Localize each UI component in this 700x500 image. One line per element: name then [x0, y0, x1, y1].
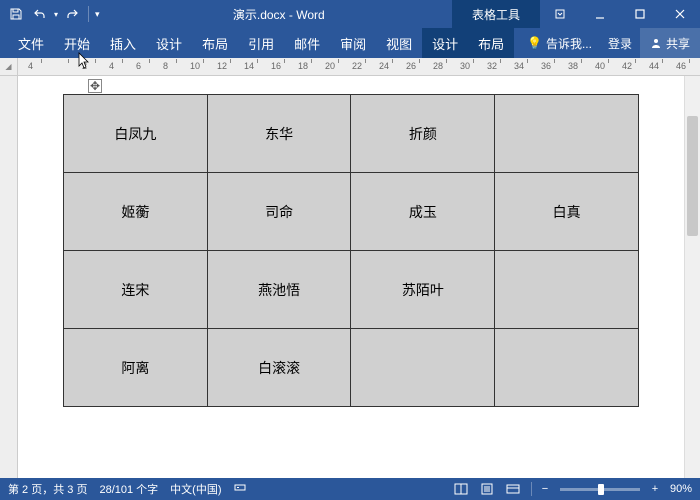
table-row[interactable]: 连宋燕池悟苏陌叶	[64, 251, 639, 329]
share-icon	[650, 37, 662, 49]
ruler-tick: 44	[649, 61, 659, 71]
tab-mailings[interactable]: 邮件	[284, 28, 330, 58]
tell-me-search[interactable]: 💡 告诉我...	[519, 35, 600, 52]
close-button[interactable]	[660, 0, 700, 28]
view-web-layout[interactable]	[501, 480, 525, 498]
table-cell[interactable]	[495, 329, 639, 407]
page-canvas[interactable]: ✥ 白凤九东华折颜姬蘅司命成玉白真连宋燕池悟苏陌叶阿离白滚滚	[18, 76, 684, 478]
tab-design[interactable]: 设计	[146, 28, 192, 58]
mouse-cursor-icon	[78, 52, 92, 70]
tab-view[interactable]: 视图	[376, 28, 422, 58]
ruler-tick: 30	[460, 61, 470, 71]
table-cell[interactable]: 东华	[207, 95, 351, 173]
ruler-tick: 6	[136, 61, 141, 71]
ruler-tick: 46	[676, 61, 686, 71]
contextual-tab-label: 表格工具	[452, 0, 540, 28]
ruler-tick: 18	[298, 61, 308, 71]
ruler-tick: 10	[190, 61, 200, 71]
view-read-mode[interactable]	[449, 480, 473, 498]
login-button[interactable]: 登录	[600, 35, 640, 52]
ruler-row: ◢ 42468101214161820222426283032343638404…	[0, 58, 700, 76]
tab-insert[interactable]: 插入	[100, 28, 146, 58]
zoom-in-button[interactable]: +	[648, 483, 662, 495]
ruler-tick: 20	[325, 61, 335, 71]
zoom-slider-knob[interactable]	[598, 484, 604, 495]
ruler-tick: 32	[487, 61, 497, 71]
qat-customize-icon[interactable]: ▾	[95, 9, 100, 20]
share-label: 共享	[666, 35, 690, 52]
status-language[interactable]: 中文(中国)	[170, 481, 221, 497]
ruler-tick: 12	[217, 61, 227, 71]
tab-table-design[interactable]: 设计	[422, 28, 468, 58]
ruler-tick: 4	[28, 61, 33, 71]
title-bar: ▾ ▾ 演示.docx - Word 表格工具	[0, 0, 700, 28]
status-bar: 第 2 页，共 3 页 28/101 个字 中文(中国) − + 90%	[0, 478, 700, 500]
table-cell[interactable]: 白真	[495, 173, 639, 251]
tab-table-layout[interactable]: 布局	[468, 28, 514, 58]
undo-button[interactable]	[30, 4, 50, 24]
maximize-button[interactable]	[620, 0, 660, 28]
ruler-tick: 36	[541, 61, 551, 71]
ribbon-options-button[interactable]	[540, 0, 580, 28]
ruler-tick: 14	[244, 61, 254, 71]
vertical-ruler[interactable]	[0, 76, 18, 478]
table-cell[interactable]: 阿离	[64, 329, 208, 407]
table-cell[interactable]: 白凤九	[64, 95, 208, 173]
ruler-tick: 8	[163, 61, 168, 71]
document-area: ✥ 白凤九东华折颜姬蘅司命成玉白真连宋燕池悟苏陌叶阿离白滚滚	[0, 76, 700, 478]
table-cell[interactable]: 折颜	[351, 95, 495, 173]
tell-me-label: 告诉我...	[546, 35, 592, 52]
table-row[interactable]: 白凤九东华折颜	[64, 95, 639, 173]
ruler-tick: 24	[379, 61, 389, 71]
ruler-corner: ◢	[0, 58, 18, 76]
zoom-level[interactable]: 90%	[670, 483, 692, 495]
table-cell[interactable]: 燕池悟	[207, 251, 351, 329]
ruler-tick: 4	[109, 61, 114, 71]
zoom-slider[interactable]	[560, 488, 640, 491]
table-cell[interactable]: 白滚滚	[207, 329, 351, 407]
table-cell[interactable]: 司命	[207, 173, 351, 251]
word-table[interactable]: 白凤九东华折颜姬蘅司命成玉白真连宋燕池悟苏陌叶阿离白滚滚	[63, 94, 639, 407]
table-cell[interactable]	[351, 329, 495, 407]
ruler-tick: 40	[595, 61, 605, 71]
table-row[interactable]: 姬蘅司命成玉白真	[64, 173, 639, 251]
ruler-tick: 28	[433, 61, 443, 71]
table-cell[interactable]: 姬蘅	[64, 173, 208, 251]
window-title: 演示.docx - Word	[106, 6, 452, 23]
vertical-scrollbar[interactable]	[684, 76, 700, 478]
ruler-tick: 16	[271, 61, 281, 71]
window-controls	[540, 0, 700, 28]
tab-review[interactable]: 审阅	[330, 28, 376, 58]
tab-layout[interactable]: 布局	[192, 28, 238, 58]
horizontal-ruler[interactable]: 4246810121416182022242628303234363840424…	[18, 58, 700, 76]
tab-references[interactable]: 引用	[238, 28, 284, 58]
table-cell[interactable]: 连宋	[64, 251, 208, 329]
minimize-button[interactable]	[580, 0, 620, 28]
lightbulb-icon: 💡	[527, 36, 542, 50]
table-row[interactable]: 阿离白滚滚	[64, 329, 639, 407]
table-cell[interactable]: 成玉	[351, 173, 495, 251]
ruler-tick: 22	[352, 61, 362, 71]
share-button[interactable]: 共享	[640, 28, 700, 58]
status-word-count[interactable]: 28/101 个字	[99, 481, 158, 497]
table-cell[interactable]	[495, 95, 639, 173]
ruler-tick: 34	[514, 61, 524, 71]
quick-access-toolbar: ▾ ▾	[0, 4, 106, 24]
table-cell[interactable]: 苏陌叶	[351, 251, 495, 329]
zoom-out-button[interactable]: −	[538, 483, 552, 495]
ruler-tick: 42	[622, 61, 632, 71]
view-print-layout[interactable]	[475, 480, 499, 498]
status-page[interactable]: 第 2 页，共 3 页	[8, 481, 87, 497]
ruler-tick: 26	[406, 61, 416, 71]
table-cell[interactable]	[495, 251, 639, 329]
scrollbar-thumb[interactable]	[687, 116, 698, 236]
redo-button[interactable]	[62, 4, 82, 24]
table-move-handle[interactable]: ✥	[88, 79, 102, 93]
macro-record-icon[interactable]	[234, 481, 246, 497]
ribbon-tabs: 文件 开始 插入 设计 布局 引用 邮件 审阅 视图 设计 布局 💡 告诉我..…	[0, 28, 700, 58]
save-button[interactable]	[6, 4, 26, 24]
ruler-tick: 38	[568, 61, 578, 71]
tab-file[interactable]: 文件	[8, 28, 54, 58]
undo-dropdown-icon[interactable]: ▾	[54, 10, 58, 19]
